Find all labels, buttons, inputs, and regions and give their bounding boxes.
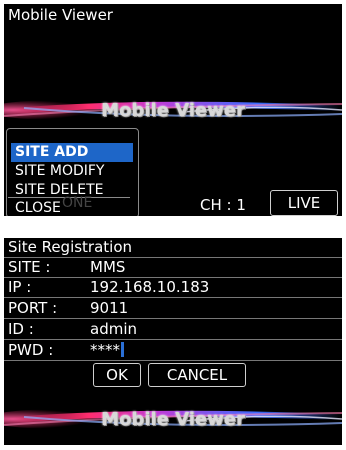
port-field[interactable]: 9011: [90, 299, 128, 317]
site-label: SITE :: [8, 258, 51, 276]
menu-ghost-text: ONE: [62, 195, 93, 211]
row-divider: [4, 339, 342, 340]
text-cursor: [121, 342, 124, 357]
channel-label: CH : 1: [200, 196, 246, 214]
pwd-value: ****: [90, 341, 120, 359]
site-field-row: SITE : MMS: [4, 258, 342, 276]
row-divider: [4, 297, 342, 298]
ip-field-row: IP : 192.168.10.183: [4, 278, 342, 296]
site-field[interactable]: MMS: [90, 258, 125, 276]
menu-item-site-add[interactable]: SITE ADD: [11, 143, 133, 162]
row-divider: [4, 318, 342, 319]
site-registration-screen: Site Registration SITE : MMS IP : 192.16…: [4, 238, 342, 445]
port-field-row: PORT : 9011: [4, 299, 342, 317]
ip-field[interactable]: 192.168.10.183: [90, 278, 209, 296]
main-screen: Mobile Viewer Mobile Viewer SITE ADD SIT…: [4, 4, 342, 216]
ok-button[interactable]: OK: [93, 363, 141, 387]
banner: Mobile Viewer: [4, 395, 342, 443]
id-label: ID :: [8, 320, 34, 338]
page-title: Site Registration: [8, 238, 133, 256]
banner: Mobile Viewer: [4, 86, 342, 134]
id-field[interactable]: admin: [90, 320, 137, 338]
menu-item-site-modify[interactable]: SITE MODIFY: [11, 162, 133, 181]
pwd-field-row: PWD : ****: [4, 341, 342, 359]
app-title: Mobile Viewer: [8, 6, 113, 24]
pwd-label: PWD :: [8, 341, 54, 359]
ip-label: IP :: [8, 278, 32, 296]
port-label: PORT :: [8, 299, 58, 317]
row-divider: [4, 360, 342, 361]
banner-text: Mobile Viewer: [101, 409, 245, 430]
id-field-row: ID : admin: [4, 320, 342, 338]
cancel-button[interactable]: CANCEL: [148, 363, 246, 387]
pwd-field[interactable]: ****: [90, 341, 124, 359]
banner-text: Mobile Viewer: [101, 100, 245, 121]
live-button[interactable]: LIVE: [270, 190, 338, 216]
